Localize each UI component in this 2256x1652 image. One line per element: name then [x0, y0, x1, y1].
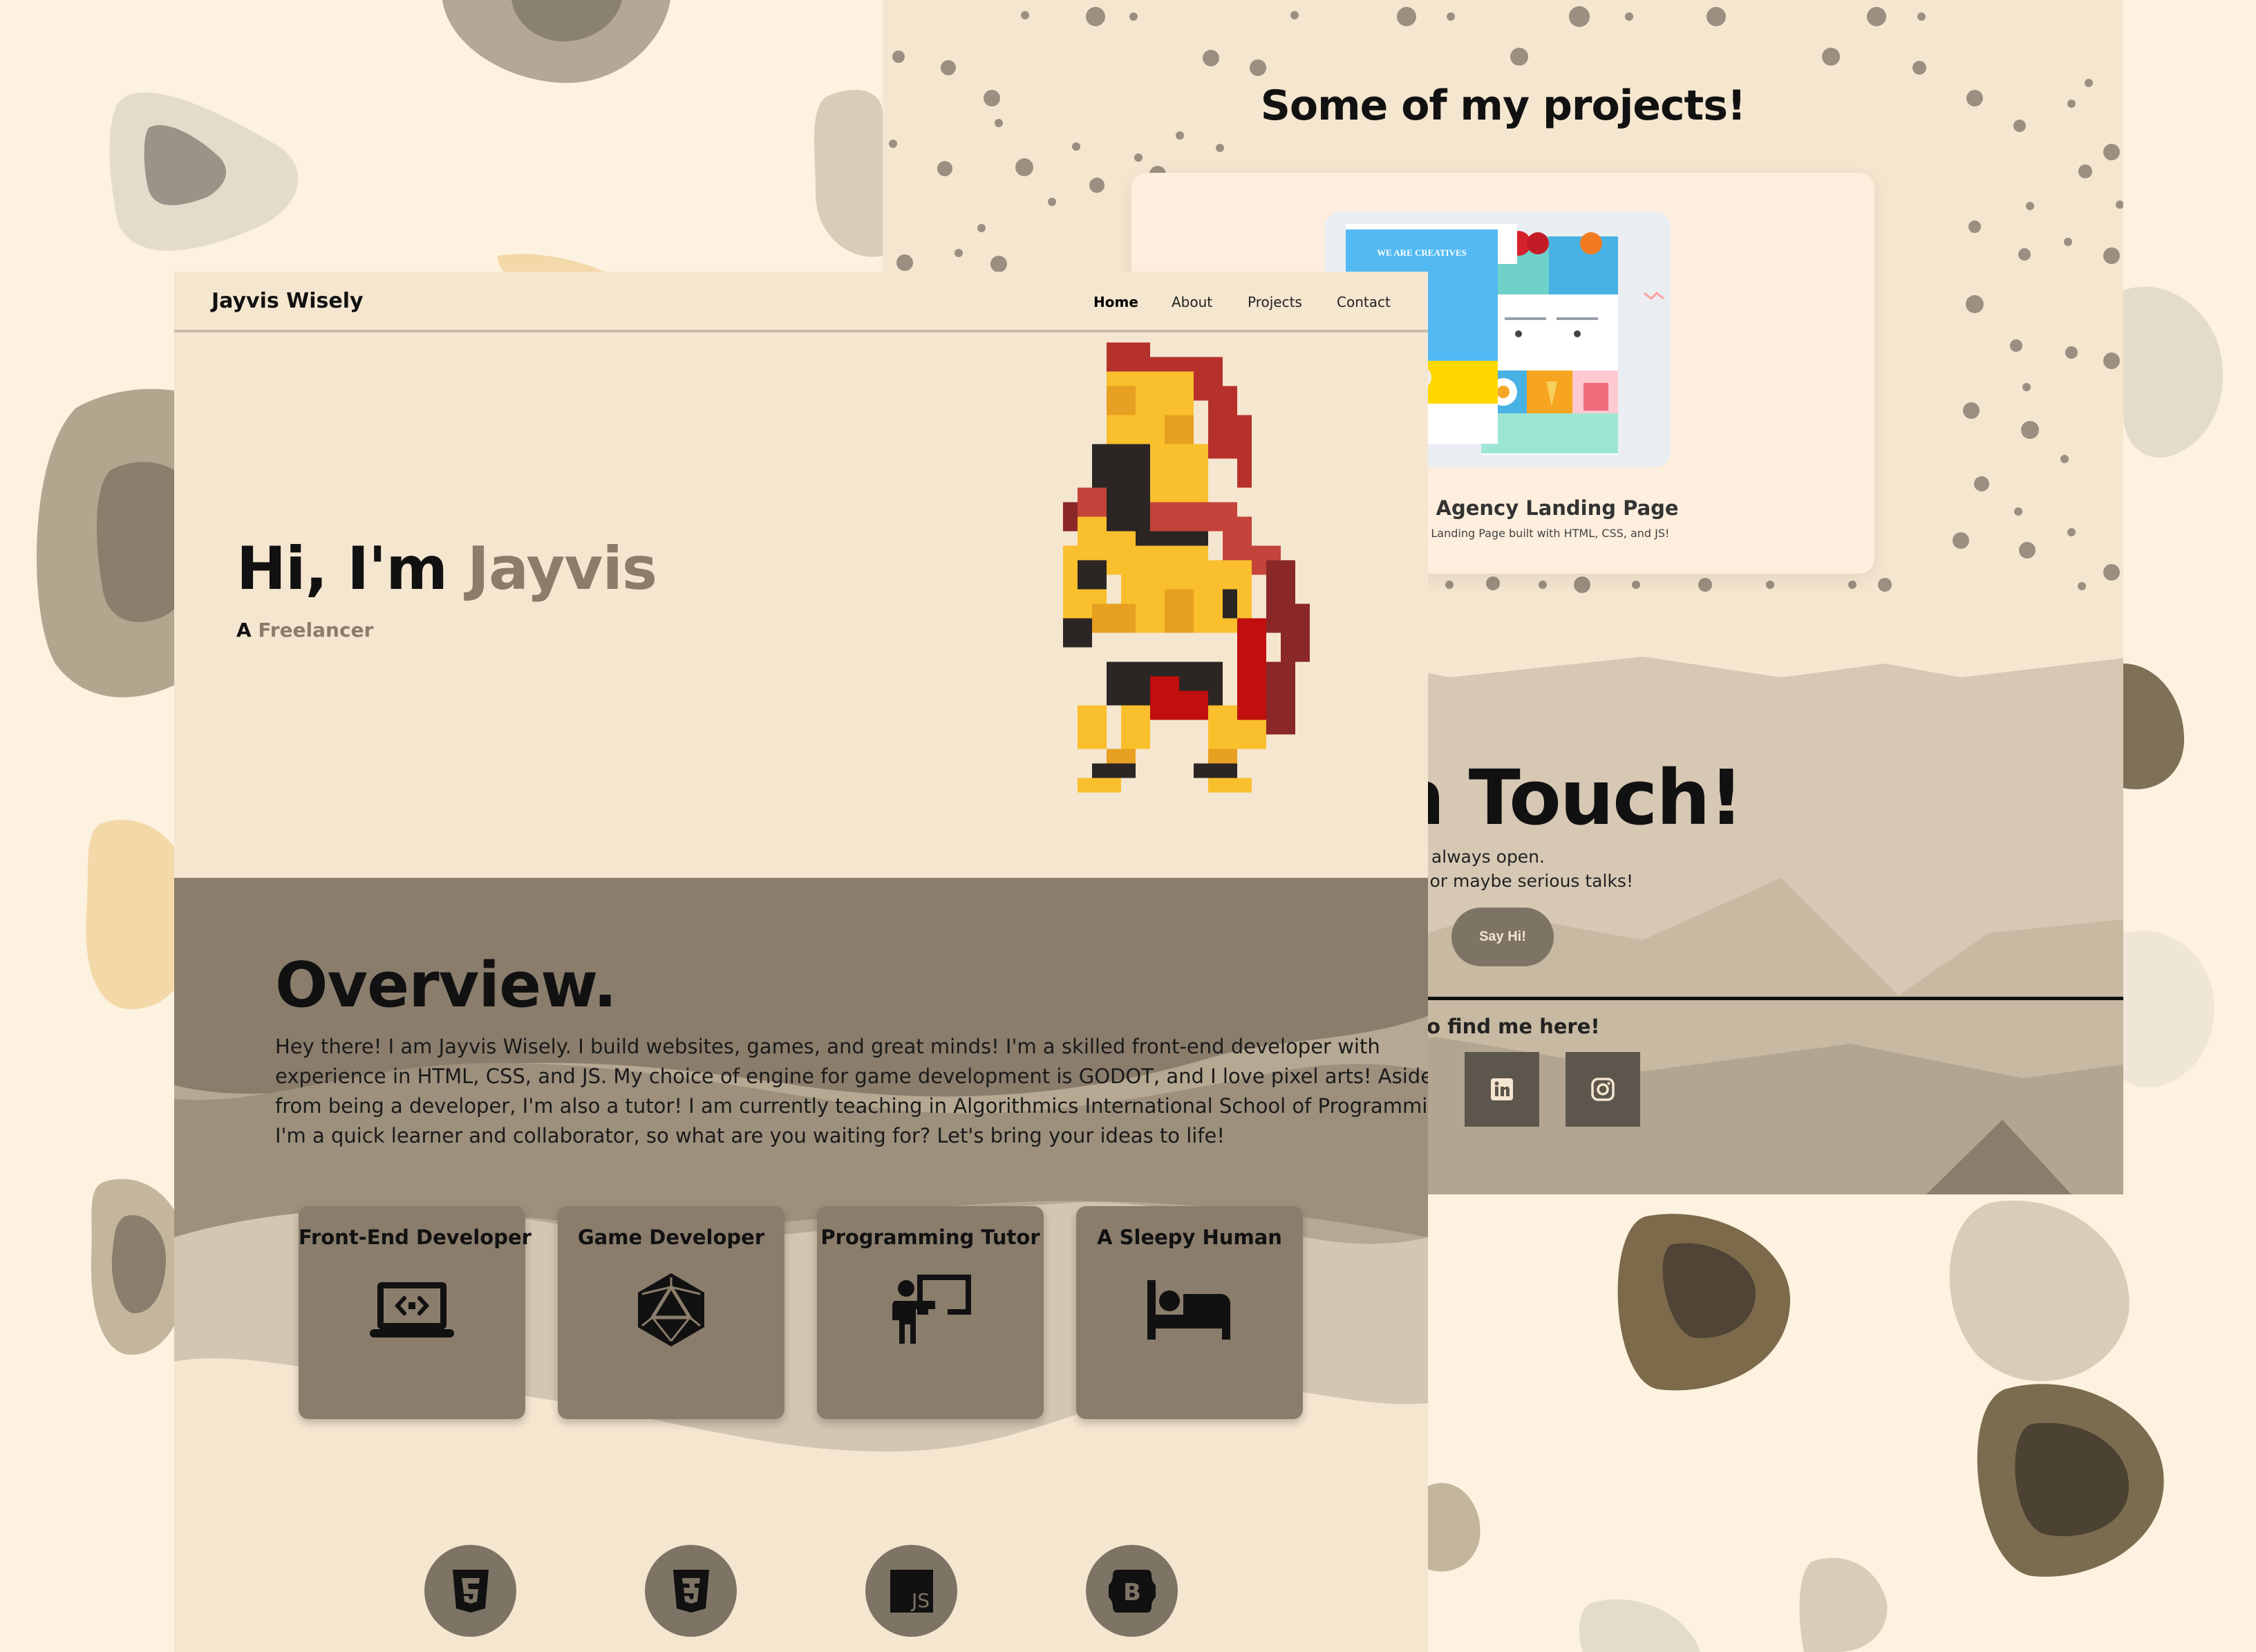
service-card-sleepy[interactable]: A Sleepy Human	[1076, 1206, 1303, 1419]
thumb-caption: WE ARE CREATIVES	[1377, 247, 1467, 258]
linkedin-icon	[1491, 1078, 1513, 1100]
card-label: A Sleepy Human	[1097, 1226, 1282, 1249]
tech-html[interactable]	[424, 1545, 516, 1637]
css3-icon	[673, 1569, 709, 1613]
divider	[1353, 997, 2123, 1000]
card-label: Programming Tutor	[820, 1226, 1040, 1249]
nav-about[interactable]: About	[1172, 294, 1212, 310]
hero-role: Freelancer	[258, 619, 374, 641]
card-label: Front-End Developer	[299, 1226, 532, 1249]
laptop-code-icon	[370, 1282, 454, 1337]
brand-name[interactable]: Jayvis Wisely	[212, 289, 364, 313]
nav-home[interactable]: Home	[1093, 294, 1138, 310]
hero-greeting: Hi, I'm	[236, 534, 467, 603]
pixel-knight-icon	[1063, 342, 1310, 793]
html5-icon	[452, 1569, 489, 1613]
say-hi-button[interactable]: Say Hi!	[1451, 908, 1554, 966]
linkedin-link[interactable]	[1465, 1052, 1539, 1127]
home-page-screenshot: Jayvis Wisely Home About Projects Contac…	[174, 272, 1428, 1652]
hero-subtitle: A Freelancer	[236, 619, 373, 641]
project-title: de Agency Landing Page	[1401, 496, 1679, 520]
hero-sub-prefix: A	[236, 619, 258, 641]
overview-paragraph: Hey there! I am Jayvis Wisely. I build w…	[275, 1032, 1428, 1151]
bootstrap-icon: B	[1108, 1569, 1156, 1613]
card-label: Game Developer	[577, 1226, 765, 1249]
overview-line: I'm a quick learner and collaborator, so…	[275, 1124, 1225, 1147]
overview-line: experience in HTML, CSS, and JS. My choi…	[275, 1064, 1428, 1088]
instagram-link[interactable]	[1566, 1052, 1640, 1127]
javascript-icon: JS	[890, 1569, 933, 1613]
instagram-icon	[1591, 1078, 1615, 1101]
service-card-tutor[interactable]: Programming Tutor	[817, 1206, 1044, 1419]
projects-heading: Some of my projects!	[1260, 82, 1747, 130]
d20-dice-icon	[638, 1273, 704, 1346]
tech-bootstrap[interactable]: B	[1086, 1545, 1178, 1637]
hero-name: Jayvis	[467, 534, 657, 603]
svg-text:B: B	[1123, 1579, 1141, 1606]
bed-icon	[1147, 1280, 1230, 1340]
overview-line: from being a developer, I'm also a tutor…	[275, 1094, 1428, 1118]
navbar: Jayvis Wisely Home About Projects Contac…	[174, 272, 1428, 332]
overview-line: Hey there! I am Jayvis Wisely. I build w…	[275, 1035, 1380, 1058]
teacher-board-icon	[892, 1275, 971, 1344]
svg-text:JS: JS	[910, 1589, 929, 1612]
overview-title: Overview.	[275, 949, 617, 1022]
tech-javascript[interactable]: JS	[865, 1545, 957, 1637]
nav-contact[interactable]: Contact	[1337, 294, 1391, 310]
service-card-frontend[interactable]: Front-End Developer	[299, 1206, 532, 1419]
project-description: cy Landing Page built with HTML, CSS, an…	[1415, 527, 1670, 540]
tech-css[interactable]	[645, 1545, 737, 1637]
hero-title: Hi, I'm Jayvis	[236, 534, 657, 603]
service-card-gamedev[interactable]: Game Developer	[558, 1206, 784, 1419]
nav-projects[interactable]: Projects	[1248, 294, 1302, 310]
